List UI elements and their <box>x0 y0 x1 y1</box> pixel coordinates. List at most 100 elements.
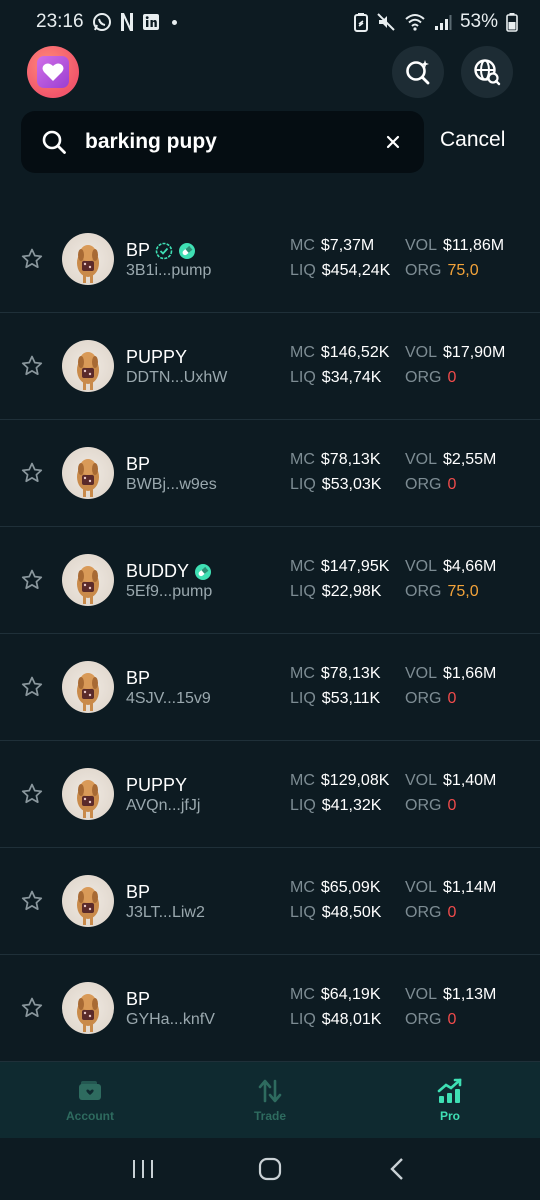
mc-label: MC <box>290 665 315 682</box>
org-label: ORG <box>405 690 442 707</box>
org-value: 0 <box>447 904 457 921</box>
battery-percent: 53% <box>459 11 498 32</box>
star-icon[interactable] <box>20 889 44 913</box>
nav-pro[interactable]: Pro <box>360 1062 540 1138</box>
home-icon[interactable] <box>255 1154 285 1184</box>
token-row[interactable]: BP 4SJV...15v9 MC $78,13K LIQ $53,11K VOL $… <box>0 634 540 741</box>
volume: VOL $2,55M <box>405 451 496 469</box>
star-icon[interactable] <box>20 354 44 378</box>
nav-label: Pro <box>439 1109 460 1123</box>
organic-score: ORG 75,0 <box>405 262 479 280</box>
vol-label: VOL <box>405 558 438 575</box>
liq-label: LIQ <box>290 797 316 814</box>
liq-label: LIQ <box>290 1011 316 1028</box>
liq-value: $48,01K <box>321 1011 382 1028</box>
token-name: BP <box>126 240 196 261</box>
token-symbol: BP <box>126 989 151 1009</box>
battery-icon <box>506 12 518 32</box>
token-row[interactable]: PUPPY AVQn...jfJj MC $129,08K LIQ $41,32K … <box>0 741 540 848</box>
back-icon[interactable] <box>382 1154 412 1184</box>
liquidity: LIQ $41,32K <box>290 797 381 815</box>
liq-label: LIQ <box>290 369 316 386</box>
org-value: 0 <box>447 690 457 707</box>
app-logo[interactable] <box>27 46 79 98</box>
liquidity: LIQ $34,74K <box>290 369 381 387</box>
mc-value: $78,13K <box>320 451 381 468</box>
volume: VOL $11,86M <box>405 237 504 255</box>
chart-icon <box>436 1077 464 1105</box>
token-row[interactable]: BP GYHa...knfV MC $64,19K LIQ $48,01K VOL $… <box>0 955 540 1062</box>
clear-icon[interactable] <box>380 129 406 155</box>
org-label: ORG <box>405 262 442 279</box>
battery-saver-icon <box>353 12 368 32</box>
org-value: 0 <box>447 1011 457 1028</box>
search-icon <box>39 127 69 157</box>
vol-label: VOL <box>405 986 438 1003</box>
liquidity: LIQ $454,24K <box>290 262 390 280</box>
volume: VOL $1,13M <box>405 986 496 1004</box>
token-address: J3LT...Liw2 <box>126 904 205 921</box>
token-address: BWBj...w9es <box>126 476 217 493</box>
token-symbol: BP <box>126 454 151 474</box>
mc-label: MC <box>290 344 315 361</box>
token-row[interactable]: BUDDY 5Ef9...pump MC $147,95K LIQ $22,98K … <box>0 527 540 634</box>
star-icon[interactable] <box>20 782 44 806</box>
token-row[interactable]: BP 3B1i...pump MC $7,37M LIQ $454,24K VOL $… <box>0 206 540 313</box>
nav-account[interactable]: Account <box>0 1062 180 1138</box>
star-icon[interactable] <box>20 461 44 485</box>
market-cap: MC $146,52K <box>290 344 389 362</box>
star-icon[interactable] <box>20 247 44 271</box>
star-icon[interactable] <box>20 675 44 699</box>
token-symbol: BP <box>126 668 151 688</box>
liq-value: $53,03K <box>321 476 382 493</box>
volume: VOL $1,40M <box>405 772 496 790</box>
token-row[interactable]: BP J3LT...Liw2 MC $65,09K LIQ $48,50K VOL $… <box>0 848 540 955</box>
cancel-button[interactable]: Cancel <box>440 128 505 152</box>
volume: VOL $1,14M <box>405 879 496 897</box>
org-label: ORG <box>405 583 442 600</box>
wallet-icon <box>76 1077 104 1105</box>
token-avatar <box>62 875 114 927</box>
token-address: 5Ef9...pump <box>126 583 213 600</box>
token-row[interactable]: BP BWBj...w9es MC $78,13K LIQ $53,03K VOL $… <box>0 420 540 527</box>
nav-trade[interactable]: Trade <box>180 1062 360 1138</box>
org-label: ORG <box>405 476 442 493</box>
org-label: ORG <box>405 369 442 386</box>
wifi-icon <box>404 13 426 31</box>
mc-value: $78,13K <box>320 665 381 682</box>
mute-icon <box>376 12 396 32</box>
search-bar <box>21 111 424 173</box>
token-row[interactable]: PUPPY DDTN...UxhW MC $146,52K LIQ $34,74K … <box>0 313 540 420</box>
token-address: GYHa...knfV <box>126 1011 215 1028</box>
organic-score: ORG 0 <box>405 690 456 708</box>
heart-icon <box>42 63 64 81</box>
star-icon[interactable] <box>20 996 44 1020</box>
liq-label: LIQ <box>290 904 316 921</box>
search-input[interactable] <box>85 130 380 154</box>
search-sparkle-button[interactable] <box>392 46 444 98</box>
mc-label: MC <box>290 772 315 789</box>
organic-score: ORG 0 <box>405 476 456 494</box>
vol-value: $1,14M <box>443 879 497 896</box>
organic-score: ORG 0 <box>405 904 456 922</box>
vol-value: $4,66M <box>443 558 497 575</box>
organic-score: ORG 0 <box>405 797 456 815</box>
organic-score: ORG 0 <box>405 369 456 387</box>
globe-search-button[interactable] <box>461 46 513 98</box>
system-nav <box>0 1138 540 1200</box>
liquidity: LIQ $53,11K <box>290 690 380 708</box>
liq-value: $454,24K <box>321 262 391 279</box>
token-address: 4SJV...15v9 <box>126 690 211 707</box>
token-symbol: PUPPY <box>126 775 188 795</box>
search-sparkle-icon <box>406 60 430 85</box>
token-symbol: BUDDY <box>126 561 190 581</box>
swap-arrows-icon <box>256 1077 284 1105</box>
vol-label: VOL <box>405 451 438 468</box>
star-icon[interactable] <box>20 568 44 592</box>
market-cap: MC $78,13K <box>290 665 381 683</box>
recent-apps-icon[interactable] <box>128 1154 158 1184</box>
organic-score: ORG 0 <box>405 1011 456 1029</box>
bottom-nav: Account Trade Pro <box>0 1062 540 1138</box>
nav-label: Account <box>66 1109 114 1123</box>
token-address: 3B1i...pump <box>126 262 212 279</box>
